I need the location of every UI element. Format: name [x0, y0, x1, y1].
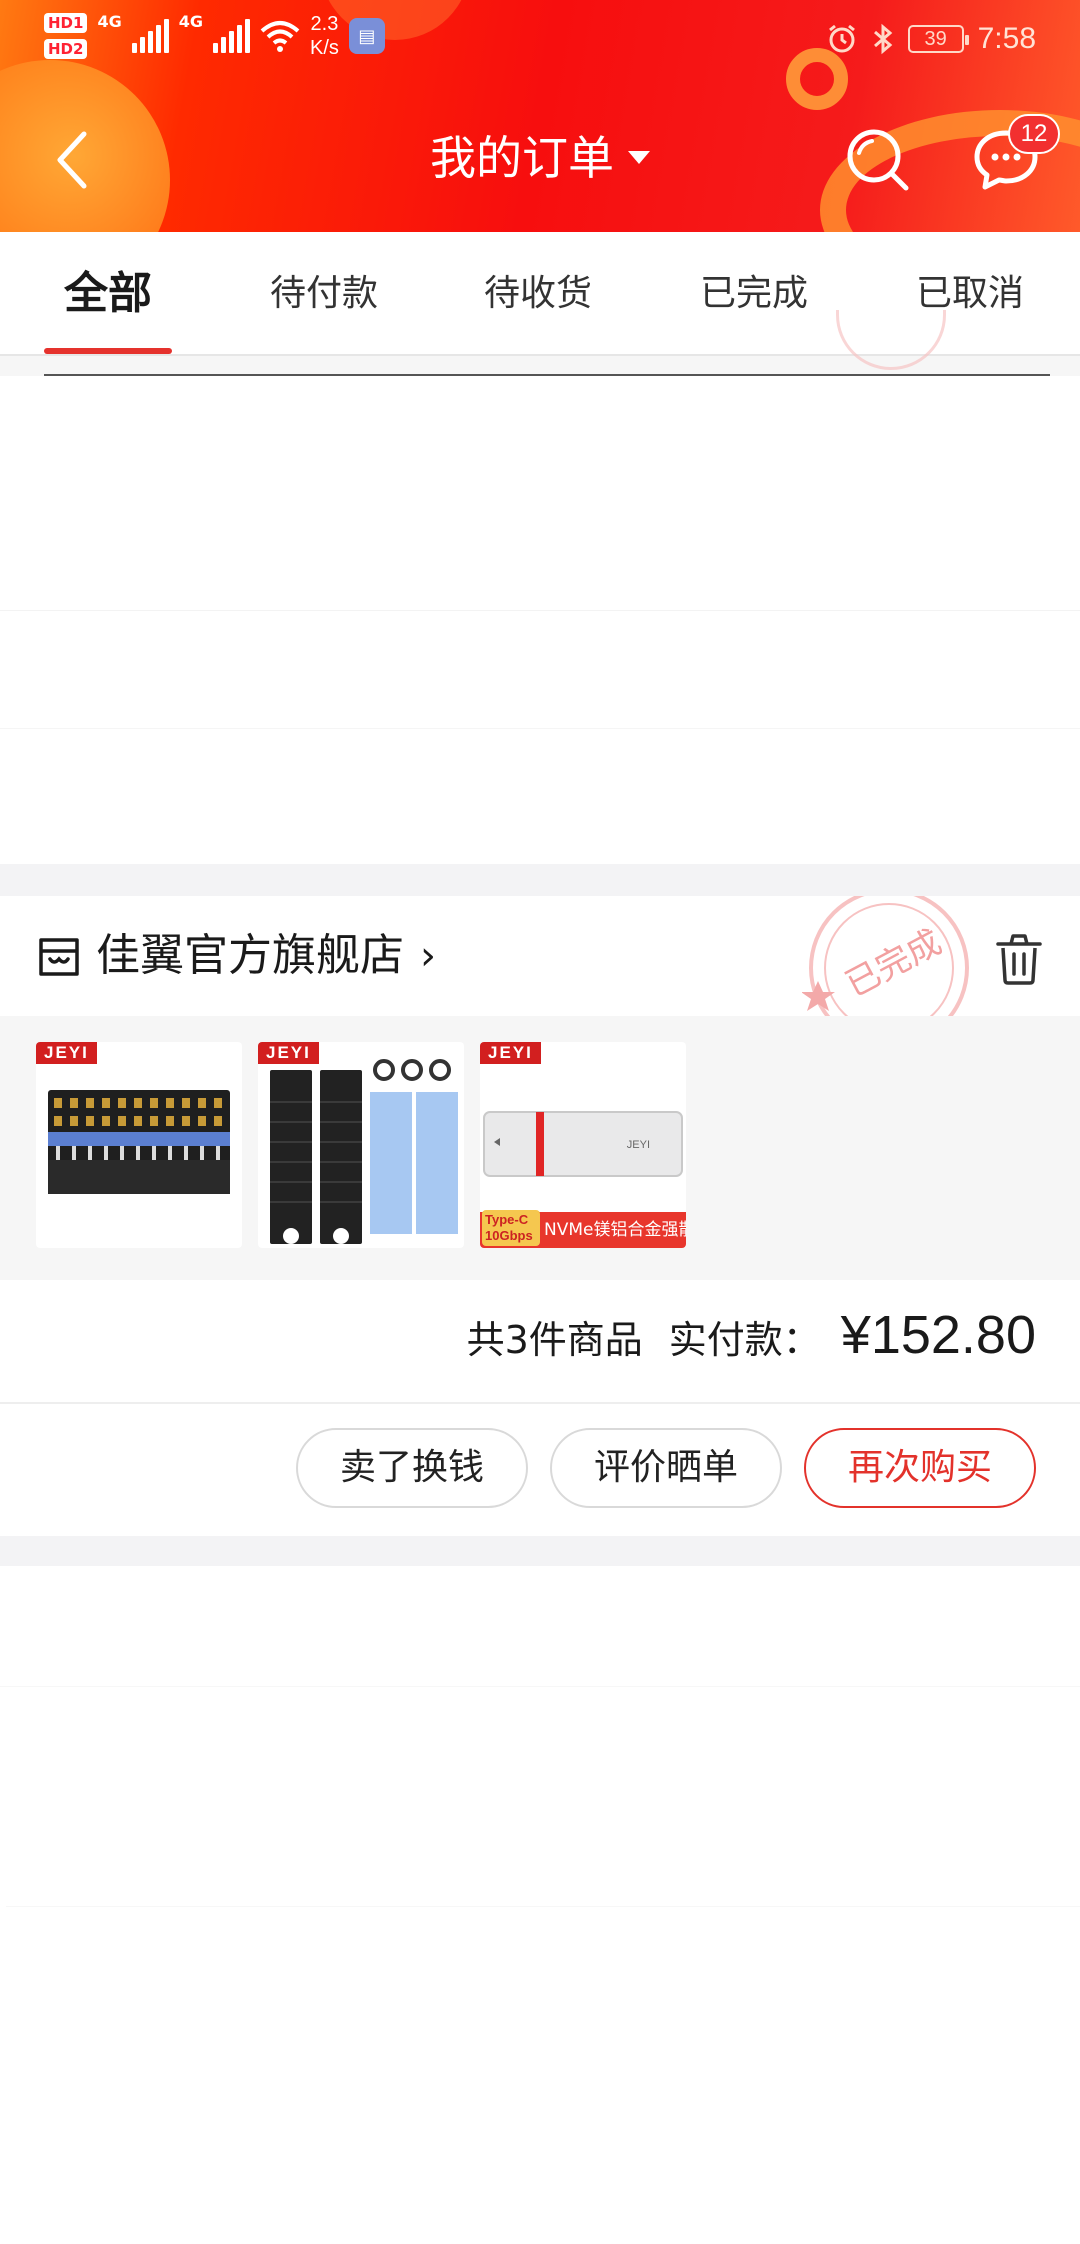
tab-pending-receipt[interactable]: 待收货 [450, 232, 626, 356]
hd-indicators: HD1 HD2 [44, 13, 88, 59]
device-brand-label: JEYI [627, 1139, 650, 1151]
product-image-2[interactable]: JEYI [258, 1042, 464, 1248]
hd1-label: HD [48, 14, 74, 32]
network-type-1: 4G [97, 12, 122, 31]
divider-line [44, 374, 1050, 376]
bluetooth-icon [873, 23, 892, 55]
signal-1-icon [131, 19, 169, 53]
shop-icon [39, 938, 79, 976]
message-count-badge: 12 [1008, 114, 1060, 154]
stamp-text: 已完成 [839, 922, 948, 1005]
title-dropdown-icon [628, 151, 650, 164]
order-card[interactable]: 佳翼官方旗舰店 › 已完成 JEYI JEYI JEYI JEYI NVMe镁铝… [0, 896, 1080, 1536]
hd1-icon: HD1 [44, 13, 88, 33]
order-card-placeholder [0, 610, 1080, 728]
tab-completed[interactable]: 已完成 [666, 232, 842, 356]
shop-name[interactable]: 佳翼官方旗舰店 [96, 924, 404, 988]
delete-order-button[interactable] [994, 932, 1044, 986]
page-title-text: 我的订单 [430, 131, 614, 185]
order-card-placeholder [0, 728, 1080, 864]
list-divider [0, 1536, 1080, 1566]
search-button[interactable] [840, 122, 916, 198]
product-2-illustration [270, 1059, 458, 1244]
brand-label: JEYI [258, 1042, 319, 1064]
brand-label: JEYI [36, 1042, 97, 1064]
order-card-placeholder [0, 1686, 1080, 1906]
network-speed: 2.3 K/s [310, 12, 339, 60]
review-button[interactable]: 评价晒单 [550, 1428, 782, 1508]
paid-amount: ¥152.80 [840, 1305, 1036, 1365]
product-chip: Type-C 10Gbps [482, 1210, 540, 1246]
order-total: 共3件商品 实付款： ¥152.80 [467, 1304, 1036, 1366]
battery-icon: 39 [907, 25, 969, 53]
status-bar: HD1 HD2 4G 4G 2.3 K/s ▤ 39 7:58 [0, 0, 1080, 84]
list-divider [0, 864, 1080, 896]
speed-unit: K/s [309, 37, 339, 59]
hd2-icon: HD2 [44, 39, 88, 59]
chip-line-2: 10Gbps [485, 1228, 533, 1243]
hd2-label: HD [48, 40, 74, 58]
status-bar-right: 39 7:58 [826, 22, 1036, 56]
hd2-sub: 2 [73, 40, 84, 58]
product-3-illustration: JEYI [483, 1111, 683, 1177]
order-card-placeholder [6, 1906, 1080, 2244]
product-1-illustration [48, 1090, 230, 1194]
signal-2-icon [212, 19, 250, 53]
alarm-icon [828, 24, 855, 53]
shop-row[interactable]: 佳翼官方旗舰店 › 已完成 [0, 896, 1080, 1046]
order-card-placeholder [22, 376, 1074, 610]
header: HD1 HD2 4G 4G 2.3 K/s ▤ 39 7:58 我的订单 12 [0, 0, 1080, 232]
active-tab-indicator [44, 348, 172, 354]
paid-label: 实付款： [668, 1318, 821, 1362]
product-image-1[interactable]: JEYI [36, 1042, 242, 1248]
page-title[interactable]: 我的订单 [0, 128, 1080, 188]
network-type-2: 4G [178, 12, 203, 31]
brand-label: JEYI [480, 1042, 541, 1064]
shop-chevron-icon: › [420, 933, 436, 979]
page: HD1 HD2 4G 4G 2.3 K/s ▤ 39 7:58 我的订单 12 … [0, 0, 1080, 2244]
order-card-placeholder [0, 1566, 1080, 1686]
status-bar-left: HD1 HD2 4G 4G 2.3 K/s ▤ [44, 12, 385, 60]
tab-all[interactable]: 全部 [20, 232, 196, 356]
product-image-3[interactable]: JEYI JEYI NVMe镁铝合金强散热 Type-C 10Gbps [480, 1042, 686, 1248]
sell-button[interactable]: 卖了换钱 [296, 1428, 528, 1508]
wifi-icon [260, 21, 300, 52]
app-notification-icon: ▤ [348, 18, 385, 54]
tab-pending-payment[interactable]: 待付款 [236, 232, 412, 356]
chip-line-1: Type-C [485, 1212, 529, 1227]
rebuy-button[interactable]: 再次购买 [804, 1428, 1036, 1508]
navbar: 我的订单 [0, 100, 1080, 220]
order-actions: 卖了换钱 评价晒单 再次购买 [0, 1404, 1080, 1536]
hd1-sub: 1 [73, 14, 84, 32]
search-icon [847, 129, 909, 191]
product-list[interactable]: JEYI JEYI JEYI JEYI NVMe镁铝合金强 Type-C 10G… [0, 1016, 1080, 1280]
clock: 7:58 [977, 22, 1036, 55]
speed-value: 2.3 [310, 13, 339, 35]
order-total-row: 共3件商品 实付款： ¥152.80 [0, 1280, 1080, 1404]
item-count: 共3件商品 [466, 1318, 643, 1362]
